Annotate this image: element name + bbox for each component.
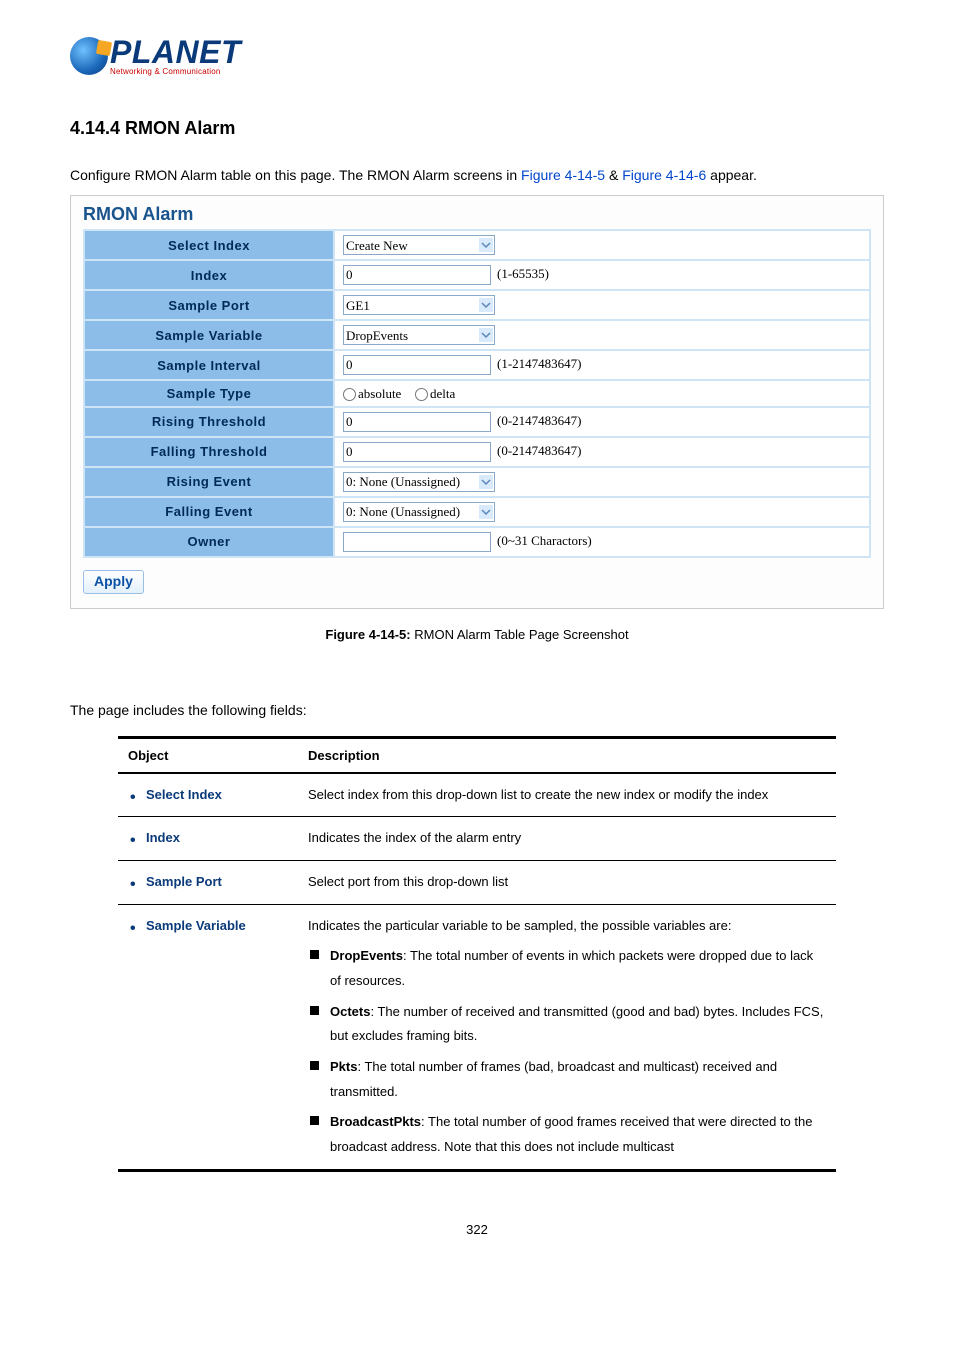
label-select-index: Select Index <box>84 230 334 260</box>
label-sample-port: Sample Port <box>84 290 334 320</box>
obj-name: Sample Port <box>128 874 222 889</box>
obj-name: Index <box>128 830 180 845</box>
intro-text: Configure RMON Alarm table on this page.… <box>70 167 884 183</box>
label-falling-event: Falling Event <box>84 497 334 527</box>
radio-delta-label: delta <box>430 386 455 401</box>
hint-owner: (0~31 Charactors) <box>497 533 592 548</box>
list-item: DropEvents: The total number of events i… <box>308 944 826 993</box>
table-row: Select Index Select index from this drop… <box>118 773 836 817</box>
label-falling-threshold: Falling Threshold <box>84 437 334 467</box>
table-row: Sample Port Select port from this drop-d… <box>118 860 836 904</box>
label-sample-type: Sample Type <box>84 380 334 407</box>
hint-rising-threshold: (0-2147483647) <box>497 413 582 428</box>
panel-title: RMON Alarm <box>83 200 871 229</box>
figure-caption-rest: RMON Alarm Table Page Screenshot <box>411 627 629 642</box>
description-table: Object Description Select Index Select i… <box>118 736 836 1172</box>
figure-caption: Figure 4-14-5: RMON Alarm Table Page Scr… <box>70 627 884 642</box>
input-index[interactable] <box>343 265 491 285</box>
logo-brand: PLANET <box>110 36 241 68</box>
fields-intro: The page includes the following fields: <box>70 702 884 718</box>
input-rising-event[interactable]: 0: None (Unassigned) <box>343 472 495 492</box>
hint-index: (1-65535) <box>497 266 549 281</box>
radio-absolute[interactable] <box>343 388 356 401</box>
th-object: Object <box>118 737 298 773</box>
label-rising-threshold: Rising Threshold <box>84 407 334 437</box>
obj-name: Sample Variable <box>128 918 246 933</box>
hint-sample-interval: (1-2147483647) <box>497 356 582 371</box>
input-sample-port[interactable]: GE1 <box>343 295 495 315</box>
intro-post: appear. <box>706 167 757 183</box>
hint-falling-threshold: (0-2147483647) <box>497 443 582 458</box>
label-rising-event: Rising Event <box>84 467 334 497</box>
figure-caption-bold: Figure 4-14-5: <box>325 627 410 642</box>
input-select-index[interactable]: Create New <box>343 235 495 255</box>
table-row: Sample Variable Indicates the particular… <box>118 904 836 1170</box>
label-owner: Owner <box>84 527 334 557</box>
input-rising-threshold[interactable] <box>343 412 491 432</box>
page-number: 322 <box>70 1222 884 1237</box>
table-row: Index Indicates the index of the alarm e… <box>118 817 836 861</box>
list-item: BroadcastPkts: The total number of good … <box>308 1110 826 1159</box>
rmon-alarm-panel: RMON Alarm Select Index Create New Index… <box>70 195 884 609</box>
figure-link-2[interactable]: Figure 4-14-6 <box>622 167 706 183</box>
obj-desc: Select port from this drop-down list <box>298 860 836 904</box>
list-item: Octets: The number of received and trans… <box>308 1000 826 1049</box>
obj-name: Select Index <box>128 787 222 802</box>
radio-delta[interactable] <box>415 388 428 401</box>
input-owner[interactable] <box>343 532 491 552</box>
label-sample-variable: Sample Variable <box>84 320 334 350</box>
label-sample-interval: Sample Interval <box>84 350 334 380</box>
logo-tagline: Networking & Communication <box>110 68 241 76</box>
rmon-alarm-form: Select Index Create New Index (1-65535) … <box>83 229 871 558</box>
logo: PLANET Networking & Communication <box>70 36 884 78</box>
list-item: Pkts: The total number of frames (bad, b… <box>308 1055 826 1104</box>
input-sample-variable[interactable]: DropEvents <box>343 325 495 345</box>
figure-link-1[interactable]: Figure 4-14-5 <box>521 167 605 183</box>
apply-button[interactable]: Apply <box>83 570 144 594</box>
planet-globe-icon <box>70 37 108 75</box>
input-falling-event[interactable]: 0: None (Unassigned) <box>343 502 495 522</box>
th-description: Description <box>298 737 836 773</box>
radio-absolute-label: absolute <box>358 386 401 401</box>
obj-desc: Indicates the index of the alarm entry <box>298 817 836 861</box>
obj-desc: Select index from this drop-down list to… <box>298 773 836 817</box>
intro-mid: & <box>605 167 622 183</box>
input-sample-interval[interactable] <box>343 355 491 375</box>
intro-pre: Configure RMON Alarm table on this page.… <box>70 167 521 183</box>
obj-desc: Indicates the particular variable to be … <box>298 904 836 1170</box>
input-falling-threshold[interactable] <box>343 442 491 462</box>
desc-lead: Indicates the particular variable to be … <box>308 918 731 933</box>
label-index: Index <box>84 260 334 290</box>
section-heading: 4.14.4 RMON Alarm <box>70 118 884 139</box>
